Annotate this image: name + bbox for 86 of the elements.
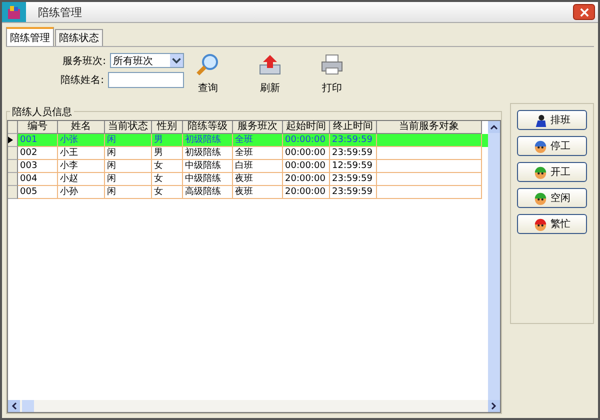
table-cell: 小李 [58,160,105,173]
table-row[interactable]: 002 小王 闲 男 初级陪练 全班 00:00:00 23:59:59 [8,147,488,160]
scrollbar-thumb[interactable] [22,400,34,412]
group-title: 陪练人员信息 [10,105,74,119]
table-cell: 中级陪练 [183,160,233,173]
tab[interactable]: 陪练状态 [55,29,103,46]
table-cell: 20:00:00 [283,186,330,199]
table-cell: 20:00:00 [283,173,330,186]
scroll-up-icon[interactable] [488,121,500,133]
table-cell: 夜班 [233,173,283,186]
scroll-right-icon[interactable] [488,400,500,412]
horizontal-scrollbar[interactable] [8,400,500,412]
action-button[interactable]: 开工 [517,162,587,182]
search-icon [196,53,220,77]
table-cell: 女 [152,160,183,173]
table-cell: 003 [18,160,58,173]
printer-icon [320,53,344,77]
table-cell: 男 [152,147,183,160]
action-button[interactable]: 空闲 [517,188,587,208]
table-cell: 高级陪练 [183,186,233,199]
table-cell: 全班 [233,134,283,147]
table-cell: 23:59:59 [330,173,377,186]
table-cell: 闲 [105,186,152,199]
table-cell: 小王 [58,147,105,160]
table-cell: 23:59:59 [330,186,377,199]
table-cell: 白班 [233,160,283,173]
column-header[interactable]: 当前状态 [105,121,152,134]
table-cell: 小张 [58,134,105,147]
table-row[interactable]: 003 小李 闲 女 中级陪练 白班 00:00:00 12:59:59 [8,160,488,173]
table-cell: 小赵 [58,173,105,186]
row-header[interactable] [8,134,18,147]
row-pointer-icon [8,136,13,144]
toolbar-button[interactable]: 查询 [192,53,224,95]
column-header[interactable]: 起始时间 [283,121,330,134]
field-label: 陪练姓名: [60,74,104,87]
toolbar-button[interactable]: 打印 [316,53,348,95]
name-field[interactable] [108,72,184,88]
action-button[interactable]: 停工 [517,136,587,156]
close-button[interactable] [573,4,595,20]
table-cell: 004 [18,173,58,186]
table-cell: 23:59:59 [330,147,377,160]
grid-corner [8,121,18,134]
table-cell: 夜班 [233,186,283,199]
table-cell: 初级陪练 [183,147,233,160]
table-cell: 全班 [233,147,283,160]
table-cell: 00:00:00 [283,160,330,173]
toolbar-button[interactable]: 刷新 [254,53,286,95]
table-row[interactable]: 005 小孙 闲 女 高级陪练 夜班 20:00:00 23:59:59 [8,186,488,199]
table-cell: 男 [152,134,183,147]
column-header[interactable]: 性别 [152,121,183,134]
field-label: 服务班次: [62,54,106,68]
vertical-scrollbar[interactable] [488,121,500,400]
close-icon [580,8,588,16]
table-cell: 00:00:00 [283,134,330,147]
table-cell: 小孙 [58,186,105,199]
column-header[interactable]: 当前服务对象 [377,121,482,134]
column-header[interactable]: 服务班次 [233,121,283,134]
table-row[interactable]: 004 小赵 闲 女 中级陪练 夜班 20:00:00 23:59:59 [8,173,488,186]
table-cell: 闲 [105,147,152,160]
upload-tray-icon [258,53,282,77]
table-cell: 12:59:59 [330,160,377,173]
app-icon [2,2,26,22]
table-cell: 初级陪练 [183,134,233,147]
table-row[interactable]: 001 小张 闲 男 初级陪练 全班 00:00:00 23:59:59 [8,134,488,147]
person-icon [534,114,546,126]
table-cell: 中级陪练 [183,173,233,186]
column-header[interactable]: 姓名 [58,121,105,134]
column-header[interactable]: 终止时间 [330,121,377,134]
action-button[interactable]: 繁忙 [517,214,587,234]
column-header[interactable]: 陪练等级 [183,121,233,134]
table-cell: 闲 [105,173,152,186]
tab[interactable]: 陪练管理 [6,27,54,46]
table-cell: 001 [18,134,58,147]
table-cell: 00:00:00 [283,147,330,160]
table-cell: 闲 [105,134,152,147]
action-button[interactable]: 排班 [517,110,587,130]
table-cell: 闲 [105,160,152,173]
table-cell: 女 [152,186,183,199]
column-header[interactable]: 编号 [18,121,58,134]
shift-dropdown[interactable]: 所有班次 [110,53,184,68]
table-cell: 005 [18,186,58,199]
scroll-left-icon[interactable] [8,400,20,412]
window-title: 陪练管理 [38,4,82,20]
table-cell: 23:59:59 [330,134,377,147]
table-cell: 女 [152,173,183,186]
table-cell: 002 [18,147,58,160]
